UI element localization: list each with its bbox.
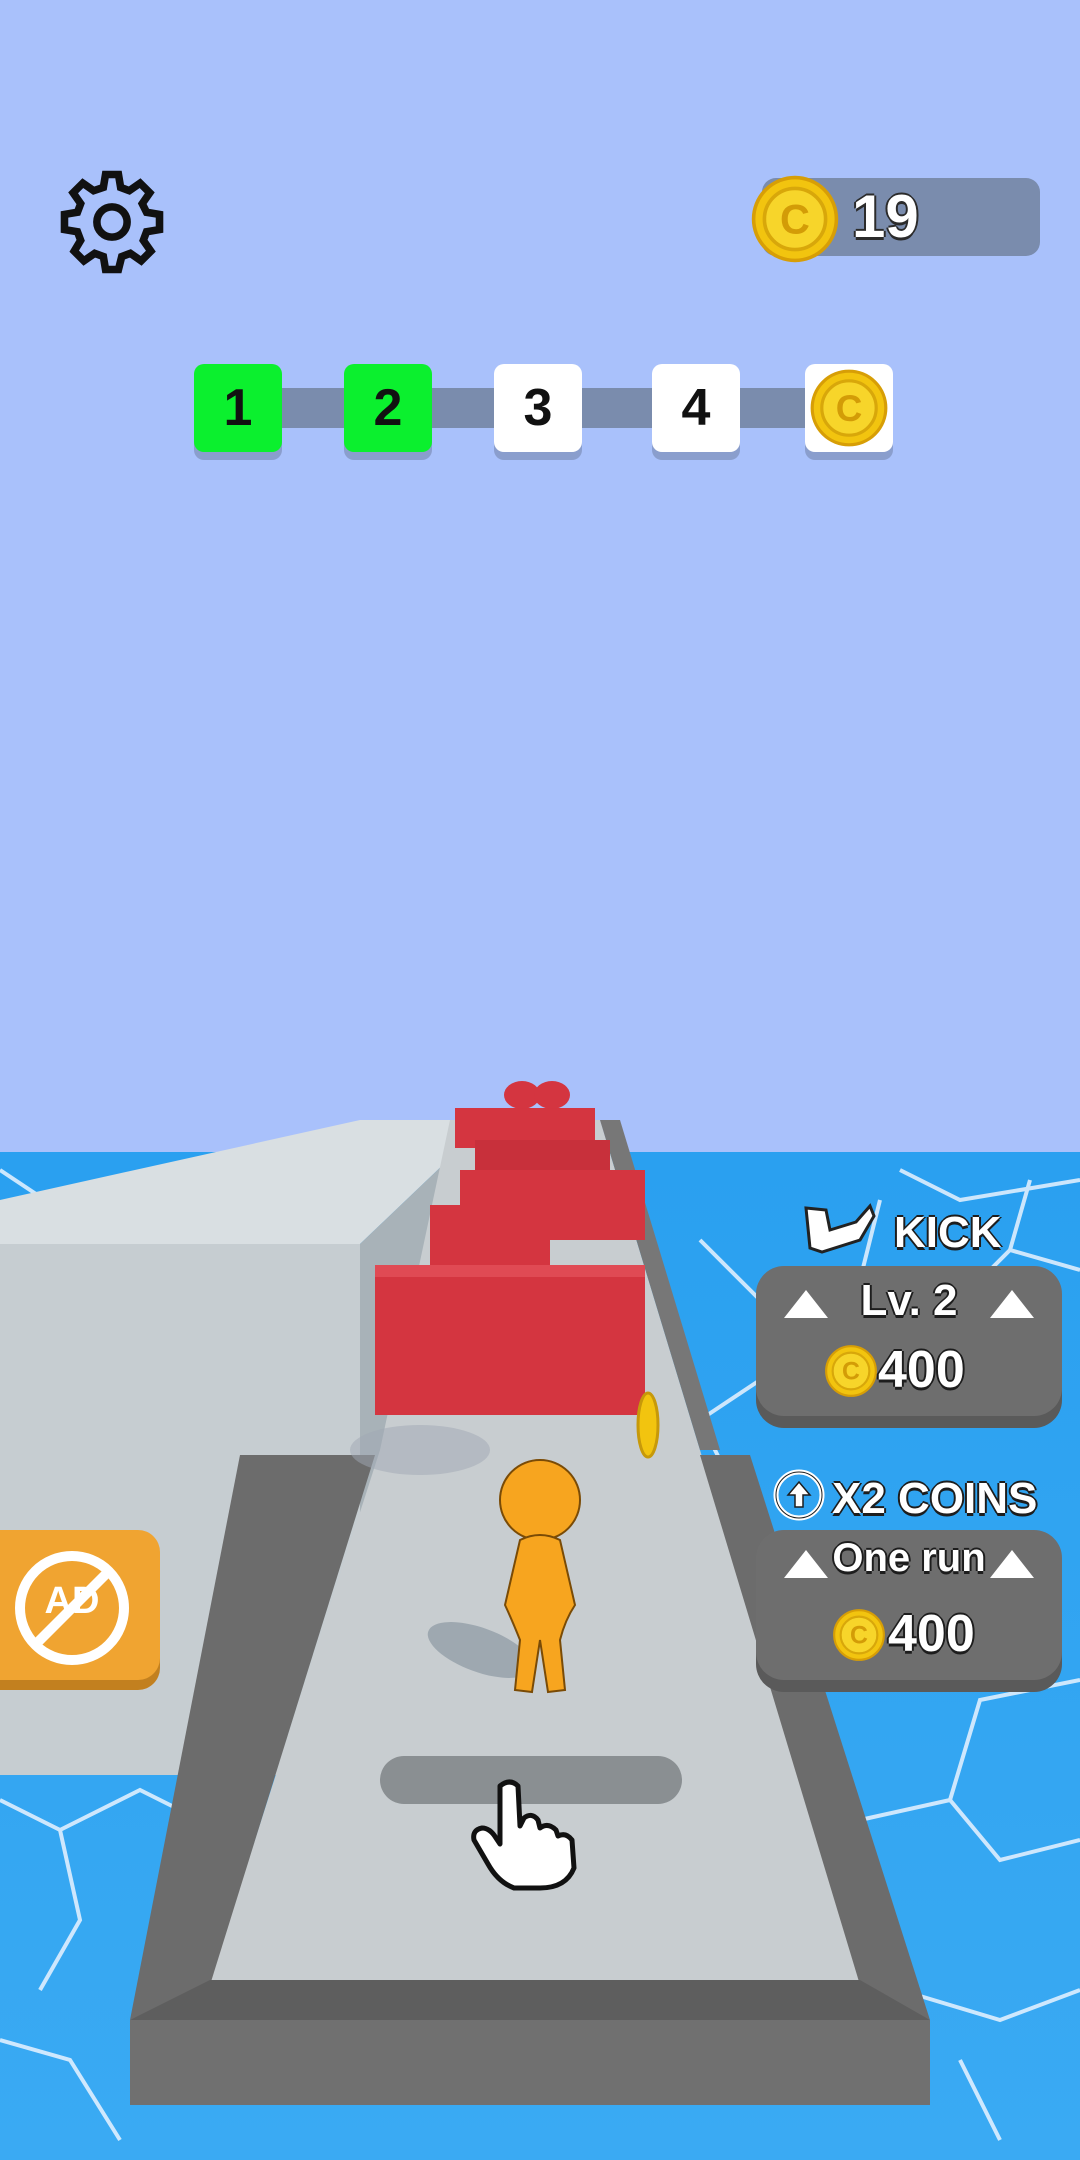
coin-count: 19: [852, 183, 919, 250]
level-label: 2: [373, 379, 403, 437]
svg-text:C: C: [842, 1359, 860, 1386]
x2coins-upgrade-card[interactable]: One run C 400: [756, 1530, 1062, 1680]
road-coin: [636, 1391, 660, 1459]
svg-text:C: C: [780, 196, 810, 242]
gear-icon: [60, 170, 164, 274]
level-4: 4: [652, 364, 740, 452]
svg-text:C: C: [850, 1623, 868, 1650]
no-ads-button[interactable]: AD: [0, 1530, 160, 1680]
arrow-up-icon: [990, 1290, 1034, 1318]
pointer-hand-icon: [471, 1779, 577, 1891]
circle-arrow-up-icon: [773, 1469, 825, 1521]
no-ads-label: AD: [44, 1580, 100, 1622]
level-3: 3: [494, 364, 582, 452]
kick-title: KICK: [894, 1208, 1002, 1257]
svg-text:C: C: [836, 388, 863, 429]
kick-price: 400: [878, 1341, 965, 1399]
coin-icon: C: [751, 175, 839, 263]
level-label: 4: [681, 379, 711, 437]
boot-kick-icon: [800, 1200, 880, 1260]
level-1: 1: [194, 364, 282, 452]
x2coins-price: 400: [888, 1605, 975, 1663]
arrow-up-icon: [990, 1550, 1034, 1578]
coin-icon: C: [833, 1609, 885, 1661]
level-2: 2: [344, 364, 432, 452]
level-label: 3: [523, 379, 553, 437]
coin-icon: C: [825, 1345, 877, 1397]
level-label: 1: [223, 379, 253, 437]
level-reward: C: [805, 364, 893, 452]
settings-button[interactable]: [58, 168, 166, 276]
x2coins-title: X2 COINS: [832, 1474, 1038, 1523]
kick-upgrade-card[interactable]: Lv. 2 C 400: [756, 1266, 1062, 1416]
coin-icon: C: [810, 369, 888, 447]
